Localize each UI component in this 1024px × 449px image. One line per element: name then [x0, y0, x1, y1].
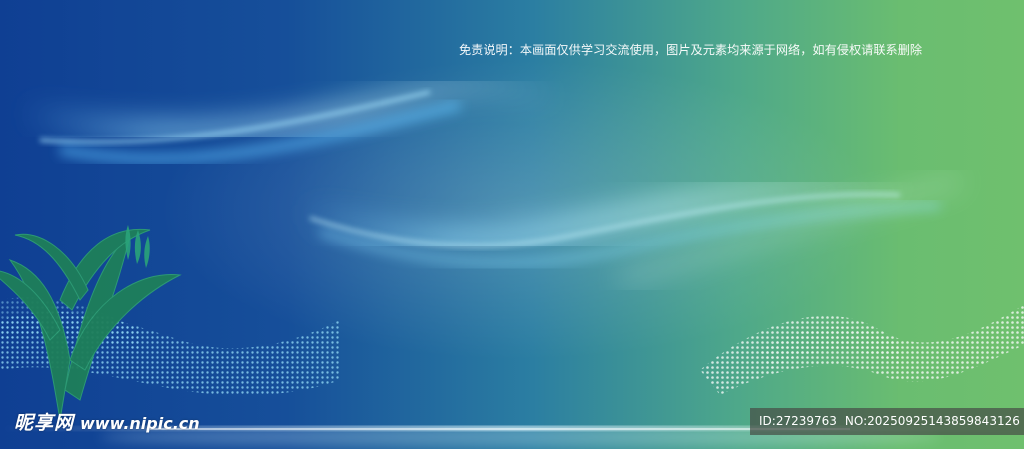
plant-icon [0, 225, 182, 421]
watermark-brand: 昵享网 [14, 412, 75, 434]
watermark-logo: 昵享网 www.nipic.cn [14, 408, 200, 435]
image-id-badge: ID:27239763 NO:20250925143859843126 [750, 408, 1024, 435]
background-canvas: 免责说明：本画面仅供学习交流使用，图片及元素均来源于网络，如有侵权请联系删除 昵… [0, 0, 1024, 449]
image-no: NO:20250925143859843126 [844, 414, 1020, 428]
image-id: ID:27239763 [759, 414, 837, 428]
watermark-url: www.nipic.cn [80, 414, 200, 433]
disclaimer-text: 免责说明：本画面仅供学习交流使用，图片及元素均来源于网络，如有侵权请联系删除 [459, 43, 923, 57]
